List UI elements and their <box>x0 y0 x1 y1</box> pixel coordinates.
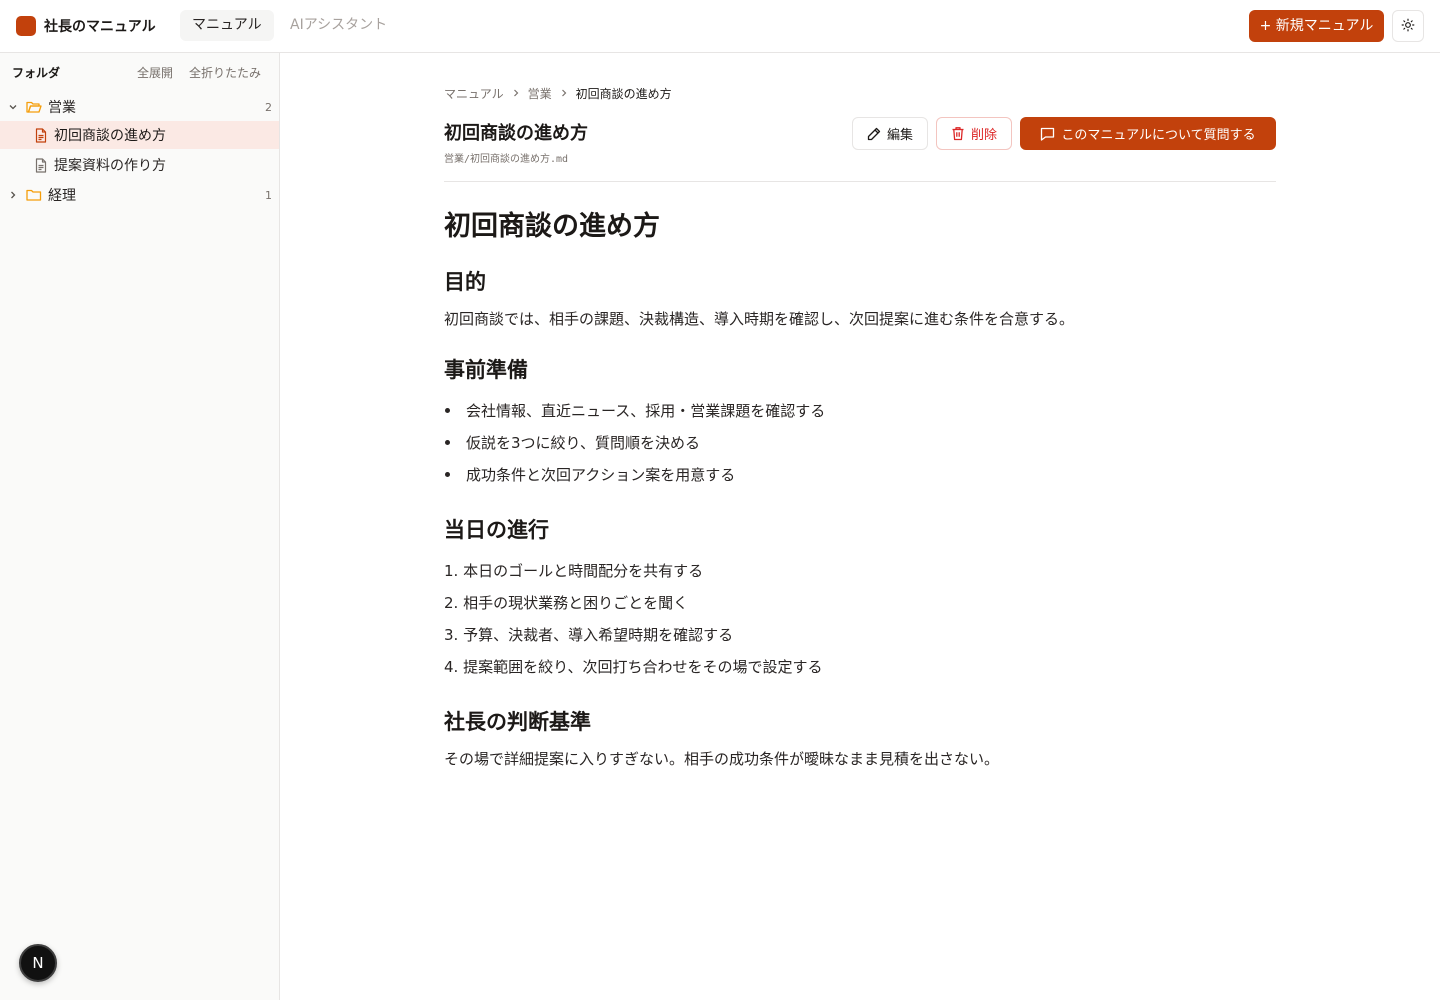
collapse-all-button[interactable]: 全折りたたみ <box>189 63 261 83</box>
ordered-list-item: 4. 提案範囲を絞り、次回打ち合わせをその場で設定する <box>444 658 823 676</box>
list-item: 成功条件と次回アクション案を用意する <box>444 464 735 485</box>
folder-row-keiri[interactable]: 経理 1 <box>0 181 279 209</box>
section-paragraph-criteria: その場で詳細提案に入りすぎない。相手の成功条件が曖昧なまま見積を出さない。 <box>444 750 1000 768</box>
breadcrumb: マニュアル 営業 初回商談の進め方 <box>444 84 672 102</box>
folder-label: 経理 <box>48 188 76 204</box>
new-manual-button[interactable]: + 新規マニュアル <box>1249 10 1384 42</box>
breadcrumb-item-current: 初回商談の進め方 <box>575 86 672 101</box>
folder-count: 1 <box>265 188 272 202</box>
list-item-text: 成功条件と次回アクション案を用意する <box>466 466 736 484</box>
bullet-dot <box>445 440 450 445</box>
ask-label: このマニュアルについて質問する <box>1061 128 1256 143</box>
folder-row-eigyo[interactable]: 営業 2 <box>0 93 279 121</box>
section-paragraph-purpose: 初回商談では、相手の課題、決裁構造、導入時期を確認し、次回提案に進む条件を合意す… <box>444 310 1075 328</box>
document-path: 営業/初回商談の進め方.md <box>444 154 569 165</box>
file-row-teian[interactable]: 提案資料の作り方 <box>0 151 279 179</box>
edit-label: 編集 <box>886 128 913 143</box>
chevron-right-icon <box>8 190 18 200</box>
folder-icon <box>26 188 42 202</box>
section-heading-purpose: 目的 <box>444 270 486 294</box>
bullet-dot <box>445 408 450 413</box>
folder-label: 営業 <box>48 100 76 116</box>
breadcrumb-item-folder[interactable]: 営業 <box>528 85 552 102</box>
document-title: 初回商談の進め方 <box>444 123 588 144</box>
sun-icon <box>1401 17 1415 36</box>
section-heading-agenda: 当日の進行 <box>444 518 549 542</box>
list-item: 仮説を3つに絞り、質問順を決める <box>444 432 700 453</box>
file-label: 初回商談の進め方 <box>54 128 166 144</box>
file-row-shodan[interactable]: 初回商談の進め方 <box>0 121 279 149</box>
theme-toggle-button[interactable] <box>1392 10 1424 42</box>
app-logo <box>16 16 36 36</box>
section-heading-preparation: 事前準備 <box>444 358 528 382</box>
top-bar: 社長のマニュアル マニュアル AIアシスタント + 新規マニュアル <box>0 0 1440 53</box>
list-item: 会社情報、直近ニュース、採用・営業課題を確認する <box>444 400 825 421</box>
trash-icon <box>951 126 971 141</box>
sidebar: フォルダ 全展開 全折りたたみ 営業 2 初回商談の進め方 提案資料の作り方 経… <box>0 53 280 1000</box>
edit-button[interactable]: 編集 <box>852 117 928 150</box>
file-label: 提案資料の作り方 <box>54 158 166 174</box>
sidebar-title: フォルダ <box>12 66 61 80</box>
app-name: 社長のマニュアル <box>44 19 156 35</box>
expand-all-button[interactable]: 全展開 <box>137 63 173 83</box>
ask-about-manual-button[interactable]: このマニュアルについて質問する <box>1020 117 1276 150</box>
chevron-right-icon <box>560 89 568 97</box>
delete-label: 削除 <box>970 128 997 143</box>
file-text-icon <box>34 127 48 143</box>
tab-ai-assistant[interactable]: AIアシスタント <box>278 10 399 41</box>
brand[interactable]: 社長のマニュアル <box>16 15 156 37</box>
chevron-right-icon <box>512 89 520 97</box>
folder-count: 2 <box>265 100 272 114</box>
ordered-list-item: 2. 相手の現状業務と困りごとを聞く <box>444 594 689 612</box>
content-heading-1: 初回商談の進め方 <box>444 211 660 242</box>
tab-manual[interactable]: マニュアル <box>180 10 274 41</box>
header-divider <box>444 181 1276 182</box>
file-text-icon <box>34 157 48 173</box>
ordered-list-item: 1. 本日のゴールと時間配分を共有する <box>444 562 704 580</box>
dev-tools-badge[interactable]: N <box>19 944 57 982</box>
chevron-down-icon <box>8 102 18 112</box>
ordered-list-item: 3. 予算、決裁者、導入希望時期を確認する <box>444 626 734 644</box>
pencil-icon <box>867 127 887 141</box>
list-item-text: 会社情報、直近ニュース、採用・営業課題を確認する <box>466 402 826 420</box>
section-heading-criteria: 社長の判断基準 <box>444 710 591 734</box>
delete-button[interactable]: 削除 <box>936 117 1012 150</box>
message-square-icon <box>1040 127 1061 141</box>
bullet-dot <box>445 472 450 477</box>
breadcrumb-item-manual[interactable]: マニュアル <box>444 85 504 102</box>
sidebar-header: フォルダ 全展開 全折りたたみ <box>12 63 268 83</box>
folder-open-icon <box>26 100 42 114</box>
list-item-text: 仮説を3つに絞り、質問順を決める <box>466 434 700 452</box>
